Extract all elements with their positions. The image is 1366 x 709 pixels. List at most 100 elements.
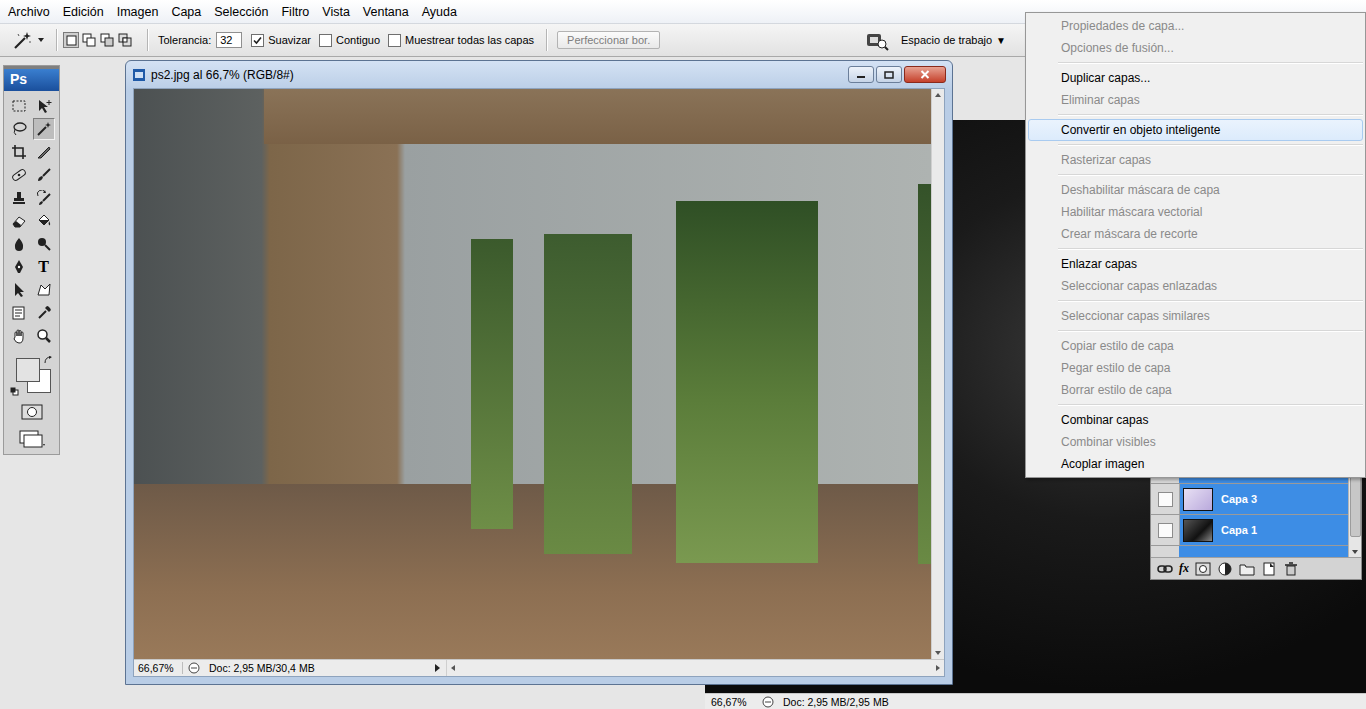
context-menu-item[interactable]: Enlazar capas <box>1028 253 1363 275</box>
visibility-box[interactable] <box>1158 492 1173 507</box>
dropdown-arrow-icon[interactable] <box>38 38 44 42</box>
path-select-tool[interactable] <box>8 279 30 301</box>
close-button[interactable] <box>904 66 946 83</box>
new-selection-icon <box>64 33 78 47</box>
context-menu-label: Acoplar imagen <box>1061 457 1144 471</box>
horizontal-scrollbar[interactable] <box>446 660 944 676</box>
screen-mode-button[interactable] <box>19 430 45 452</box>
context-menu-item[interactable]: Duplicar capas... <box>1028 67 1363 89</box>
eyedropper-tool[interactable] <box>33 302 55 324</box>
slice-tool[interactable] <box>33 141 55 163</box>
tolerance-field[interactable]: 32 <box>216 32 242 48</box>
visibility-toggle[interactable] <box>1151 515 1180 545</box>
blur-tool[interactable] <box>8 233 30 255</box>
maximize-button[interactable] <box>876 66 902 83</box>
brush-tool[interactable] <box>33 164 55 186</box>
zoom-tool[interactable] <box>33 325 55 347</box>
zoom-field[interactable]: 66,67% <box>711 696 757 708</box>
workspace-switcher[interactable]: Espacio de trabajo▼ <box>901 34 1006 46</box>
scroll-down-icon[interactable] <box>1352 550 1358 554</box>
context-menu-label: Seleccionar capas similares <box>1061 309 1210 323</box>
shape-tool[interactable] <box>33 279 55 301</box>
menu-separator <box>1028 141 1363 149</box>
slice-icon <box>36 144 52 160</box>
hand-tool[interactable] <box>8 325 30 347</box>
minimize-button[interactable] <box>848 66 874 83</box>
refine-edge-button[interactable]: Perfeccionar bor. <box>557 31 660 49</box>
scroll-down-icon[interactable] <box>935 651 941 655</box>
link-layers-icon <box>1157 562 1173 576</box>
checkbox-option[interactable]: Suavizar <box>251 34 311 47</box>
context-menu-item: Seleccionar capas similares <box>1028 305 1363 327</box>
tool-preset-picker[interactable] <box>12 30 50 50</box>
selection-mode-button[interactable] <box>81 32 97 48</box>
menu-item[interactable]: Selección <box>209 2 273 22</box>
bridge-button[interactable] <box>865 29 889 51</box>
menu-item[interactable]: Edición <box>58 2 109 22</box>
context-menu-label: Habilitar máscara vectorial <box>1061 205 1202 219</box>
menu-item[interactable]: Ventana <box>358 2 414 22</box>
magic-wand-icon <box>12 30 32 50</box>
status-menu-icon <box>761 695 775 709</box>
visibility-toggle[interactable] <box>1151 484 1180 514</box>
scroll-up-icon[interactable] <box>935 93 941 97</box>
quick-mask-button[interactable] <box>21 404 43 424</box>
crop-tool[interactable] <box>8 141 30 163</box>
foreground-color-swatch[interactable] <box>16 358 40 382</box>
scroll-left-icon[interactable] <box>451 665 455 671</box>
menu-item[interactable]: Vista <box>317 2 355 22</box>
context-menu-item[interactable]: Convertir en objeto inteligente <box>1028 119 1363 141</box>
checkbox-option[interactable]: Contiguo <box>319 34 380 47</box>
swap-colors-icon <box>44 356 52 364</box>
status-menu-icon <box>187 661 201 675</box>
pen-tool[interactable] <box>8 256 30 278</box>
context-menu-item[interactable]: Combinar capas <box>1028 409 1363 431</box>
title-bar[interactable]: ps2.jpg al 66,7% (RGB/8#) <box>126 61 952 88</box>
type-tool[interactable]: T <box>33 256 55 278</box>
lasso-tool[interactable] <box>8 118 30 140</box>
checkbox[interactable] <box>319 34 332 47</box>
tolerance-label: Tolerancia: <box>158 34 211 46</box>
menu-item[interactable]: Filtro <box>276 2 314 22</box>
checkbox-option[interactable]: Muestrear todas las capas <box>388 34 534 47</box>
checkbox[interactable] <box>251 34 264 47</box>
selection-mode-button[interactable] <box>99 32 115 48</box>
menu-item[interactable]: Imagen <box>112 2 164 22</box>
checkbox[interactable] <box>388 34 401 47</box>
selection-mode-button[interactable] <box>117 32 133 48</box>
magic-wand-tool[interactable] <box>33 118 55 140</box>
layer-row[interactable]: Capa 3 <box>1151 484 1348 515</box>
spot-heal-tool[interactable] <box>8 164 30 186</box>
zoom-field[interactable]: 66,67% <box>134 662 183 674</box>
stamp-tool[interactable] <box>8 187 30 209</box>
add-mask-icon <box>1195 562 1211 576</box>
layer-row[interactable]: Capa 1 <box>1151 515 1348 546</box>
type-tool-glyph: T <box>38 259 49 275</box>
workspace-arrow[interactable]: ▼ <box>996 35 1006 46</box>
vertical-scrollbar[interactable] <box>931 89 944 659</box>
visibility-box[interactable] <box>1158 523 1173 538</box>
canvas-row <box>134 89 944 659</box>
notes-tool[interactable] <box>8 302 30 324</box>
selection-mode-button[interactable] <box>63 32 79 48</box>
context-menu-label: Combinar capas <box>1061 413 1148 427</box>
marquee-tool[interactable] <box>8 95 30 117</box>
context-menu-item[interactable]: Acoplar imagen <box>1028 453 1363 475</box>
context-menu-label: Crear máscara de recorte <box>1061 227 1198 241</box>
layers-footer: fx <box>1151 557 1361 579</box>
shape-icon <box>36 282 52 298</box>
menu-item[interactable]: Capa <box>166 2 206 22</box>
layer-style-button[interactable]: fx <box>1179 561 1189 576</box>
path-select-icon <box>11 282 27 298</box>
checkbox-label: Suavizar <box>268 34 311 46</box>
dodge-tool[interactable] <box>33 233 55 255</box>
eraser-tool[interactable] <box>8 210 30 232</box>
bucket-tool[interactable] <box>33 210 55 232</box>
menu-item[interactable]: Ayuda <box>417 2 462 22</box>
move-tool[interactable] <box>33 95 55 117</box>
history-brush-tool[interactable] <box>33 187 55 209</box>
status-arrow-icon[interactable] <box>435 664 440 672</box>
layer-row[interactable] <box>1151 546 1348 557</box>
scroll-right-icon[interactable] <box>936 665 940 671</box>
menu-item[interactable]: Archivo <box>3 2 55 22</box>
